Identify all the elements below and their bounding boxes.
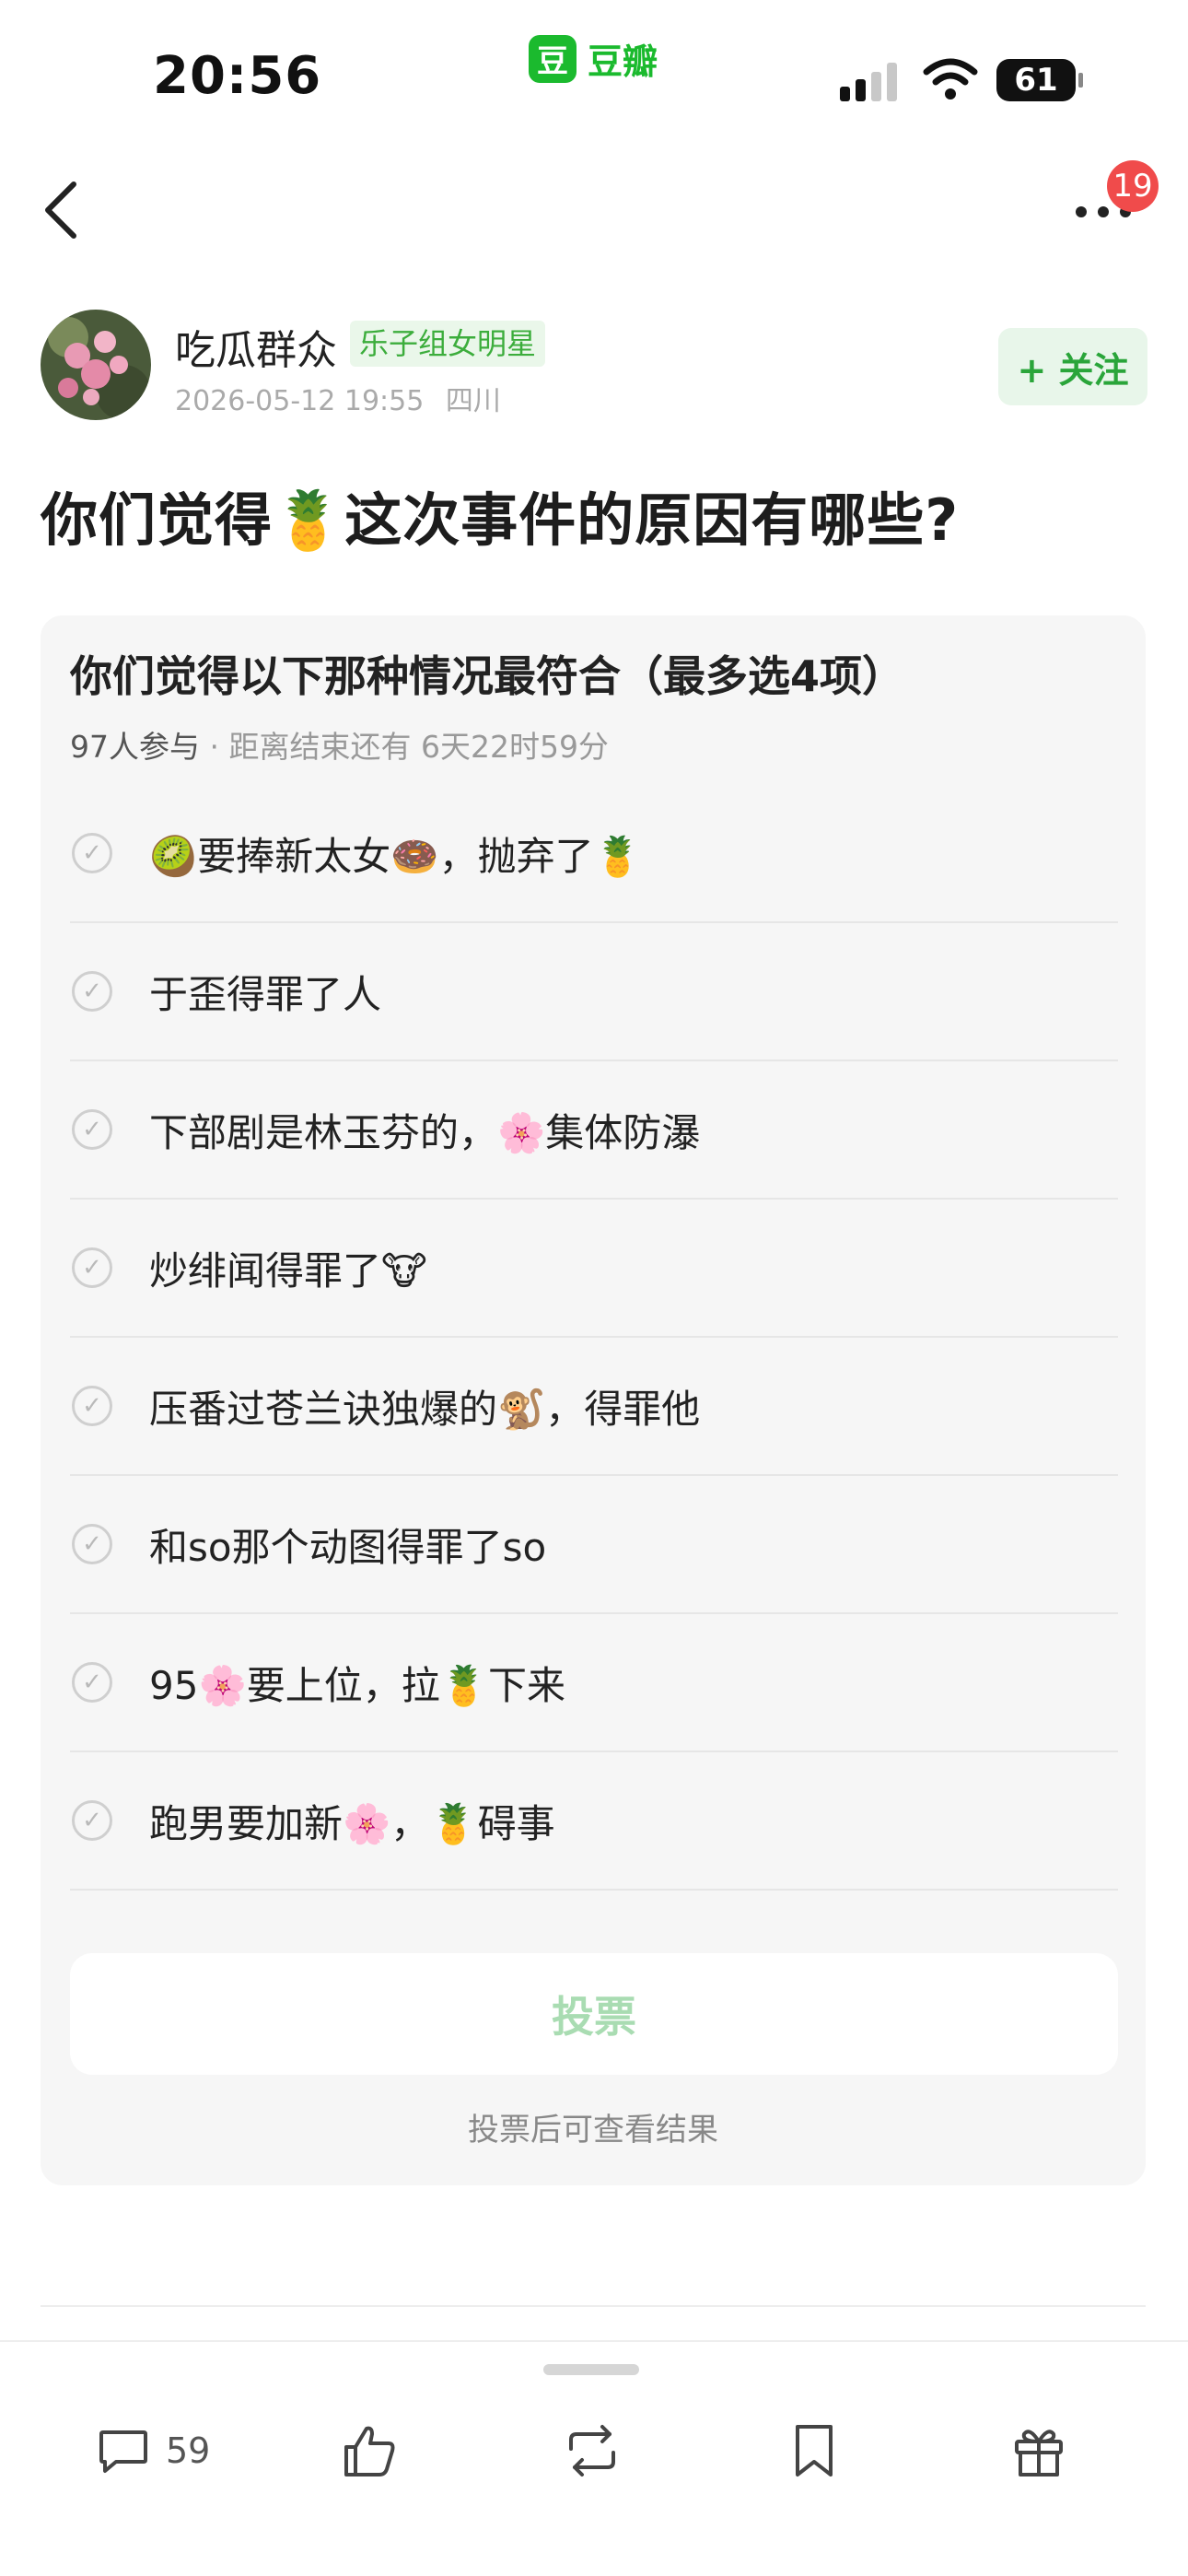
vote-button[interactable]: 投票 [70, 1953, 1118, 2075]
poll-option[interactable]: ✓ 炒绯闻得罪了🐮 [70, 1200, 1118, 1338]
poll-remaining-time: · 距离结束还有 6天22时59分 [200, 729, 609, 765]
poll-option-label: 于歪得罪了人 [149, 971, 382, 1017]
avatar-flower-image [41, 310, 151, 420]
checkbox-icon[interactable]: ✓ [72, 1662, 112, 1703]
repost-icon [569, 2425, 615, 2476]
comment-icon [99, 2430, 147, 2473]
poll-option-label: 跑男要加新🌸，🍍碍事 [149, 1800, 555, 1846]
status-time: 20:56 [153, 46, 322, 106]
follow-button[interactable]: + 关注 [998, 328, 1147, 405]
checkbox-icon[interactable]: ✓ [72, 1247, 112, 1288]
poll-title: 你们觉得以下那种情况最符合（最多选4项） [70, 651, 905, 701]
checkbox-icon[interactable]: ✓ [72, 971, 112, 1012]
poll-option-label: 和so那个动图得罪了so [149, 1524, 547, 1570]
poll-option-label: 炒绯闻得罪了🐮 [149, 1247, 427, 1294]
poll-option[interactable]: ✓ 压番过苍兰诀独爆的🐒，得罪他 [70, 1338, 1118, 1476]
like-button[interactable] [341, 2412, 400, 2489]
post-title: 你们觉得🍍这次事件的原因有哪些? [41, 486, 960, 554]
notification-badge: 19 [1107, 160, 1159, 212]
gift-icon [1015, 2430, 1063, 2476]
app-indicator: 豆 豆瓣 [529, 33, 658, 84]
poll-participants: 97人参与 [70, 729, 200, 765]
poll-card: 你们觉得以下那种情况最符合（最多选4项） 97人参与 · 距离结束还有 6天22… [41, 615, 1146, 2185]
checkbox-icon[interactable]: ✓ [72, 833, 112, 873]
thumbs-up-icon [344, 2426, 395, 2476]
checkbox-icon[interactable]: ✓ [72, 1524, 112, 1564]
battery-indicator: 61 [996, 59, 1083, 101]
repost-button[interactable] [562, 2412, 623, 2489]
post-date: 2026-05-12 19:55 [175, 385, 425, 417]
checkbox-icon[interactable]: ✓ [72, 1800, 112, 1841]
page: 20:56 豆 豆瓣 61 19 吃瓜群众 乐子组女明星 2026-05-12 … [0, 0, 1188, 2576]
author-name[interactable]: 吃瓜群众 [175, 317, 337, 376]
bottom-action-bar: 59 [0, 2340, 1188, 2576]
poll-meta: 97人参与 · 距离结束还有 6天22时59分 [70, 722, 609, 767]
divider [41, 2305, 1146, 2307]
comment-count: 59 [166, 2430, 211, 2471]
back-button[interactable] [37, 173, 92, 247]
vote-hint: 投票后可查看结果 [468, 2112, 718, 2149]
poll-options: ✓ 🥝要捧新太女🍩，抛弃了🍍 ✓ 于歪得罪了人 ✓ 下部剧是林玉芬的，🌸集体防瀑… [70, 785, 1118, 1891]
poll-option[interactable]: ✓ 和so那个动图得罪了so [70, 1476, 1118, 1614]
poll-option-label: 🥝要捧新太女🍩，抛弃了🍍 [149, 833, 642, 879]
poll-option[interactable]: ✓ 于歪得罪了人 [70, 923, 1118, 1061]
sheet-handle[interactable] [543, 2364, 639, 2375]
group-tag[interactable]: 乐子组女明星 [350, 321, 546, 367]
poll-option-label: 下部剧是林玉芬的，🌸集体防瀑 [149, 1109, 701, 1155]
comment-button[interactable]: 59 [96, 2412, 210, 2489]
avatar[interactable] [41, 310, 151, 420]
post-location: 四川 [445, 385, 501, 417]
app-name: 豆瓣 [588, 41, 658, 82]
checkbox-icon[interactable]: ✓ [72, 1386, 112, 1426]
douban-logo-icon: 豆 [529, 34, 577, 83]
poll-option-label: 95🌸要上位，拉🍍下来 [149, 1662, 566, 1708]
wifi-icon [923, 58, 978, 100]
poll-option[interactable]: ✓ 95🌸要上位，拉🍍下来 [70, 1614, 1118, 1752]
more-button[interactable]: 19 [1068, 160, 1159, 245]
poll-option[interactable]: ✓ 下部剧是林玉芬的，🌸集体防瀑 [70, 1061, 1118, 1200]
bookmark-button[interactable] [788, 2412, 840, 2489]
gift-button[interactable] [1009, 2412, 1068, 2489]
cellular-signal-icon [840, 61, 897, 101]
post-meta: 2026-05-12 19:55 四川 [175, 378, 501, 418]
poll-option[interactable]: ✓ 🥝要捧新太女🍩，抛弃了🍍 [70, 785, 1118, 923]
poll-option[interactable]: ✓ 跑男要加新🌸，🍍碍事 [70, 1752, 1118, 1891]
status-bar: 20:56 豆 豆瓣 61 [0, 0, 1188, 138]
bookmark-icon [796, 2425, 833, 2476]
checkbox-icon[interactable]: ✓ [72, 1109, 112, 1150]
poll-option-label: 压番过苍兰诀独爆的🐒，得罪他 [149, 1386, 701, 1432]
